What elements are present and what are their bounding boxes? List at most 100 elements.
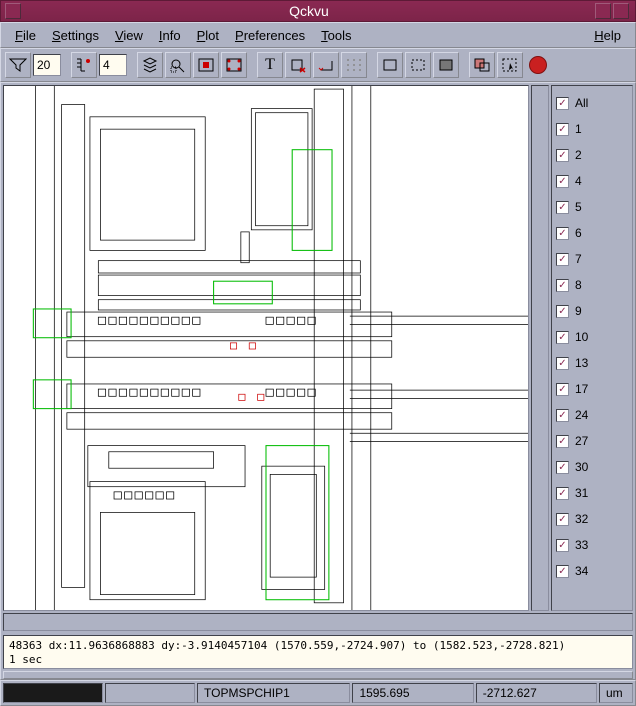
layer-row[interactable]: ✓1: [556, 116, 628, 142]
progress-cell: [3, 683, 103, 703]
menu-preferences[interactable]: Preferences: [227, 26, 313, 45]
vertical-scrollbar[interactable]: [531, 85, 549, 611]
layer-label: 17: [575, 382, 588, 396]
layer-label: 6: [575, 226, 582, 240]
layer-row[interactable]: ✓ 24: [556, 402, 628, 428]
menu-help[interactable]: Help: [586, 26, 629, 45]
layer-checkbox[interactable]: ✓: [556, 201, 569, 214]
layer-label: 13: [575, 356, 588, 370]
layer-checkbox[interactable]: ✓: [556, 227, 569, 240]
layer-all-checkbox[interactable]: ✓: [556, 97, 569, 110]
outline-mode-icon[interactable]: [377, 52, 403, 78]
fit-icon[interactable]: [193, 52, 219, 78]
layer-checkbox[interactable]: ✓: [556, 357, 569, 370]
layer-checkbox[interactable]: ✓: [556, 409, 569, 422]
layer-label: 2: [575, 148, 582, 162]
layer-panel: ✓ All ✓1 ✓2 ✓4 ✓5 ✓6 ✓7 ✓8 ✓9 ✓10 ✓13 ✓1…: [551, 85, 633, 611]
layer-checkbox[interactable]: ✓: [556, 253, 569, 266]
overlap-icon[interactable]: [469, 52, 495, 78]
window-menu-button[interactable]: [5, 3, 21, 19]
layer-row[interactable]: ✓30: [556, 454, 628, 480]
filter-value-input[interactable]: [33, 54, 61, 76]
status-y: -2712.627: [476, 683, 597, 703]
layer-label: 32: [575, 512, 588, 526]
ruler-icon[interactable]: [313, 52, 339, 78]
home-view-icon[interactable]: [221, 52, 247, 78]
layer-checkbox[interactable]: ✓: [556, 149, 569, 162]
markup-icon[interactable]: [285, 52, 311, 78]
menu-tools[interactable]: Tools: [313, 26, 359, 45]
layer-label: 8: [575, 278, 582, 292]
layer-checkbox[interactable]: ✓: [556, 461, 569, 474]
menu-info[interactable]: Info: [151, 26, 189, 45]
layer-row[interactable]: ✓ 32: [556, 506, 628, 532]
layer-label: 24: [575, 408, 588, 422]
layer-label: 31: [575, 486, 588, 500]
layer-checkbox[interactable]: ✓: [556, 175, 569, 188]
layer-label: 1: [575, 122, 582, 136]
layers-icon[interactable]: [137, 52, 163, 78]
layer-checkbox[interactable]: ✓: [556, 565, 569, 578]
layer-checkbox[interactable]: ✓: [556, 305, 569, 318]
status-cellname: TOPMSPCHIP1: [197, 683, 350, 703]
layer-row[interactable]: ✓4: [556, 168, 628, 194]
layer-row[interactable]: ✓ 34: [556, 558, 628, 584]
layer-checkbox[interactable]: ✓: [556, 383, 569, 396]
layer-label: 7: [575, 252, 582, 266]
measurement-readout: 48363 dx:11.9636868883 dy:-3.9140457104 …: [3, 635, 633, 669]
menu-settings[interactable]: Settings: [44, 26, 107, 45]
status-unit: um: [599, 683, 633, 703]
filter-icon[interactable]: [5, 52, 31, 78]
layer-row[interactable]: ✓7: [556, 246, 628, 272]
status-x: 1595.695: [352, 683, 473, 703]
stop-icon[interactable]: [525, 52, 551, 78]
menu-file[interactable]: File: [7, 26, 44, 45]
layer-checkbox[interactable]: ✓: [556, 435, 569, 448]
layer-label: 10: [575, 330, 588, 344]
zoom-select-icon[interactable]: [165, 52, 191, 78]
layer-row[interactable]: ✓ 33: [556, 532, 628, 558]
dashed-mode-icon[interactable]: [405, 52, 431, 78]
layer-row[interactable]: ✓ 10: [556, 324, 628, 350]
layer-row[interactable]: ✓ 13: [556, 350, 628, 376]
status-bar: TOPMSPCHIP1 1595.695 -2712.627 um: [0, 680, 636, 706]
layer-row[interactable]: ✓2: [556, 142, 628, 168]
toolbar: T: [0, 48, 636, 82]
layer-checkbox[interactable]: ✓: [556, 487, 569, 500]
layer-label: 33: [575, 538, 588, 552]
layer-row[interactable]: ✓ 17: [556, 376, 628, 402]
layer-label: 34: [575, 564, 588, 578]
layer-row[interactable]: ✓6: [556, 220, 628, 246]
menu-plot[interactable]: Plot: [189, 26, 227, 45]
layer-label: 9: [575, 304, 582, 318]
layer-all-row[interactable]: ✓ All: [556, 90, 628, 116]
layer-row[interactable]: ✓5: [556, 194, 628, 220]
accelerator-bar[interactable]: [3, 671, 633, 679]
select-region-icon[interactable]: [497, 52, 523, 78]
nest-value-input[interactable]: [99, 54, 127, 76]
layout-canvas[interactable]: [3, 85, 529, 611]
menubar: File Settings View Info Plot Preferences…: [0, 22, 636, 48]
main-area: ✓ All ✓1 ✓2 ✓4 ✓5 ✓6 ✓7 ✓8 ✓9 ✓10 ✓13 ✓1…: [0, 82, 636, 680]
horizontal-scrollbar[interactable]: [3, 613, 633, 631]
layer-row[interactable]: ✓ 27: [556, 428, 628, 454]
layer-checkbox[interactable]: ✓: [556, 279, 569, 292]
layer-row[interactable]: ✓9: [556, 298, 628, 324]
grid-icon[interactable]: [341, 52, 367, 78]
hierarchy-icon[interactable]: [71, 52, 97, 78]
layer-checkbox[interactable]: ✓: [556, 513, 569, 526]
layer-row[interactable]: ✓8: [556, 272, 628, 298]
layer-row[interactable]: ✓ 31: [556, 480, 628, 506]
minimize-button[interactable]: [595, 3, 611, 19]
layer-label: 27: [575, 434, 588, 448]
layer-checkbox[interactable]: ✓: [556, 331, 569, 344]
menu-view[interactable]: View: [107, 26, 151, 45]
status-blank: [105, 683, 195, 703]
layer-checkbox[interactable]: ✓: [556, 123, 569, 136]
layer-checkbox[interactable]: ✓: [556, 539, 569, 552]
layer-label: 5: [575, 200, 582, 214]
text-tool-icon[interactable]: T: [257, 52, 283, 78]
maximize-button[interactable]: [613, 3, 629, 19]
fill-mode-icon[interactable]: [433, 52, 459, 78]
layer-all-label: All: [575, 96, 588, 110]
